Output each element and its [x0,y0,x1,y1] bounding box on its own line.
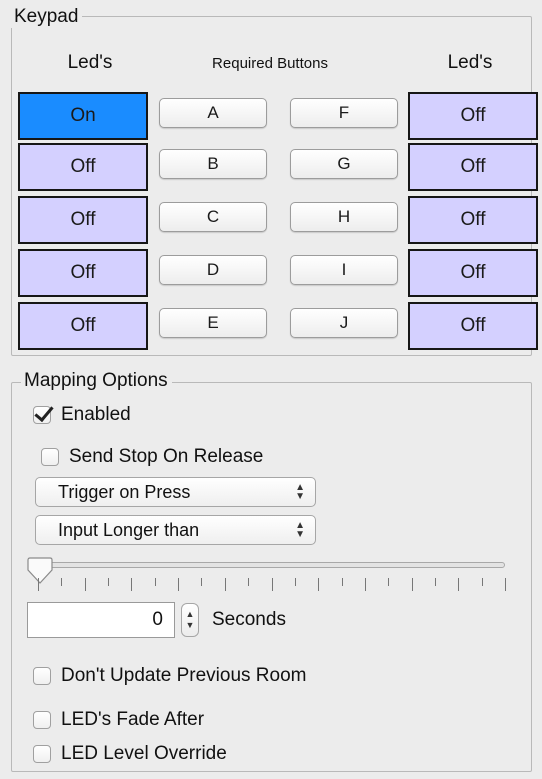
right-led-2[interactable]: Off [408,143,538,191]
slider-tick [201,578,203,586]
left-led-1[interactable]: On [18,92,148,140]
left-led-3[interactable]: Off [18,196,148,244]
slider-tick [61,578,63,586]
slider-tick [154,578,156,586]
right-led-5[interactable]: Off [408,302,538,350]
seconds-input[interactable]: 0 [27,602,175,638]
input-select[interactable]: Input Longer than ▲ ▼ [35,515,316,545]
keypad-button-b[interactable]: B [159,149,267,179]
fade-after-label: LED's Fade After [61,709,205,730]
keypad-button-c[interactable]: C [159,202,267,232]
left-led-4[interactable]: Off [18,249,148,297]
keypad-button-f[interactable]: F [290,98,398,128]
keypad-button-d[interactable]: D [159,255,267,285]
slider-tick [481,578,483,586]
send-stop-checkbox[interactable] [41,448,59,466]
slider-tick [434,578,436,586]
level-override-label: LED Level Override [61,743,227,764]
enabled-label: Enabled [61,404,131,425]
stepper-down-icon[interactable]: ▼ [186,620,195,631]
duration-slider-track[interactable] [35,562,505,568]
dont-update-checkbox-row[interactable]: Don't Update Previous Room [33,665,306,687]
slider-ticks [38,578,508,592]
right-led-3[interactable]: Off [408,196,538,244]
keypad-title: Keypad [11,6,83,28]
left-led-2[interactable]: Off [18,143,148,191]
slider-tick [38,578,39,591]
keypad-button-e[interactable]: E [159,308,267,338]
keypad-button-i[interactable]: I [290,255,398,285]
left-led-5[interactable]: Off [18,302,148,350]
slider-tick [271,578,273,591]
seconds-stepper[interactable]: ▲ ▼ [181,603,199,637]
slider-tick [364,578,366,591]
required-buttons-header: Required Buttons [212,55,328,72]
slider-tick [178,578,180,591]
slider-tick [248,578,250,586]
slider-tick [341,578,343,586]
slider-tick [84,578,86,591]
stepper-up-icon[interactable]: ▲ [186,609,195,620]
slider-tick [224,578,226,591]
enabled-checkbox[interactable] [33,406,51,424]
input-select-value: Input Longer than [58,519,200,540]
right-led-4[interactable]: Off [408,249,538,297]
enabled-checkbox-row[interactable]: Enabled [33,404,131,426]
mapping-options-title: Mapping Options [21,370,172,392]
right-leds-header: Led's [447,52,493,73]
trigger-select-value: Trigger on Press [58,481,191,502]
slider-tick [505,578,506,591]
dont-update-checkbox[interactable] [33,667,51,685]
slider-tick [388,578,390,586]
level-override-checkbox[interactable] [33,745,51,763]
left-leds-header: Led's [67,52,113,73]
send-stop-checkbox-row[interactable]: Send Stop On Release [41,446,263,468]
trigger-select[interactable]: Trigger on Press ▲ ▼ [35,477,316,507]
send-stop-label: Send Stop On Release [69,446,264,467]
keypad-button-a[interactable]: A [159,98,267,128]
select-arrows-icon: ▲ ▼ [295,520,305,540]
keypad-button-j[interactable]: J [290,308,398,338]
slider-tick [458,578,460,591]
seconds-label: Seconds [212,609,286,630]
slider-tick [318,578,320,591]
slider-tick [294,578,296,586]
keypad-button-g[interactable]: G [290,149,398,179]
right-led-1[interactable]: Off [408,92,538,140]
slider-tick [131,578,133,591]
select-arrows-icon: ▲ ▼ [295,482,305,502]
slider-tick [108,578,110,586]
fade-after-checkbox-row[interactable]: LED's Fade After [33,709,204,731]
level-override-checkbox-row[interactable]: LED Level Override [33,743,227,765]
fade-after-checkbox[interactable] [33,711,51,729]
dont-update-label: Don't Update Previous Room [61,665,307,686]
slider-tick [411,578,413,591]
keypad-button-h[interactable]: H [290,202,398,232]
